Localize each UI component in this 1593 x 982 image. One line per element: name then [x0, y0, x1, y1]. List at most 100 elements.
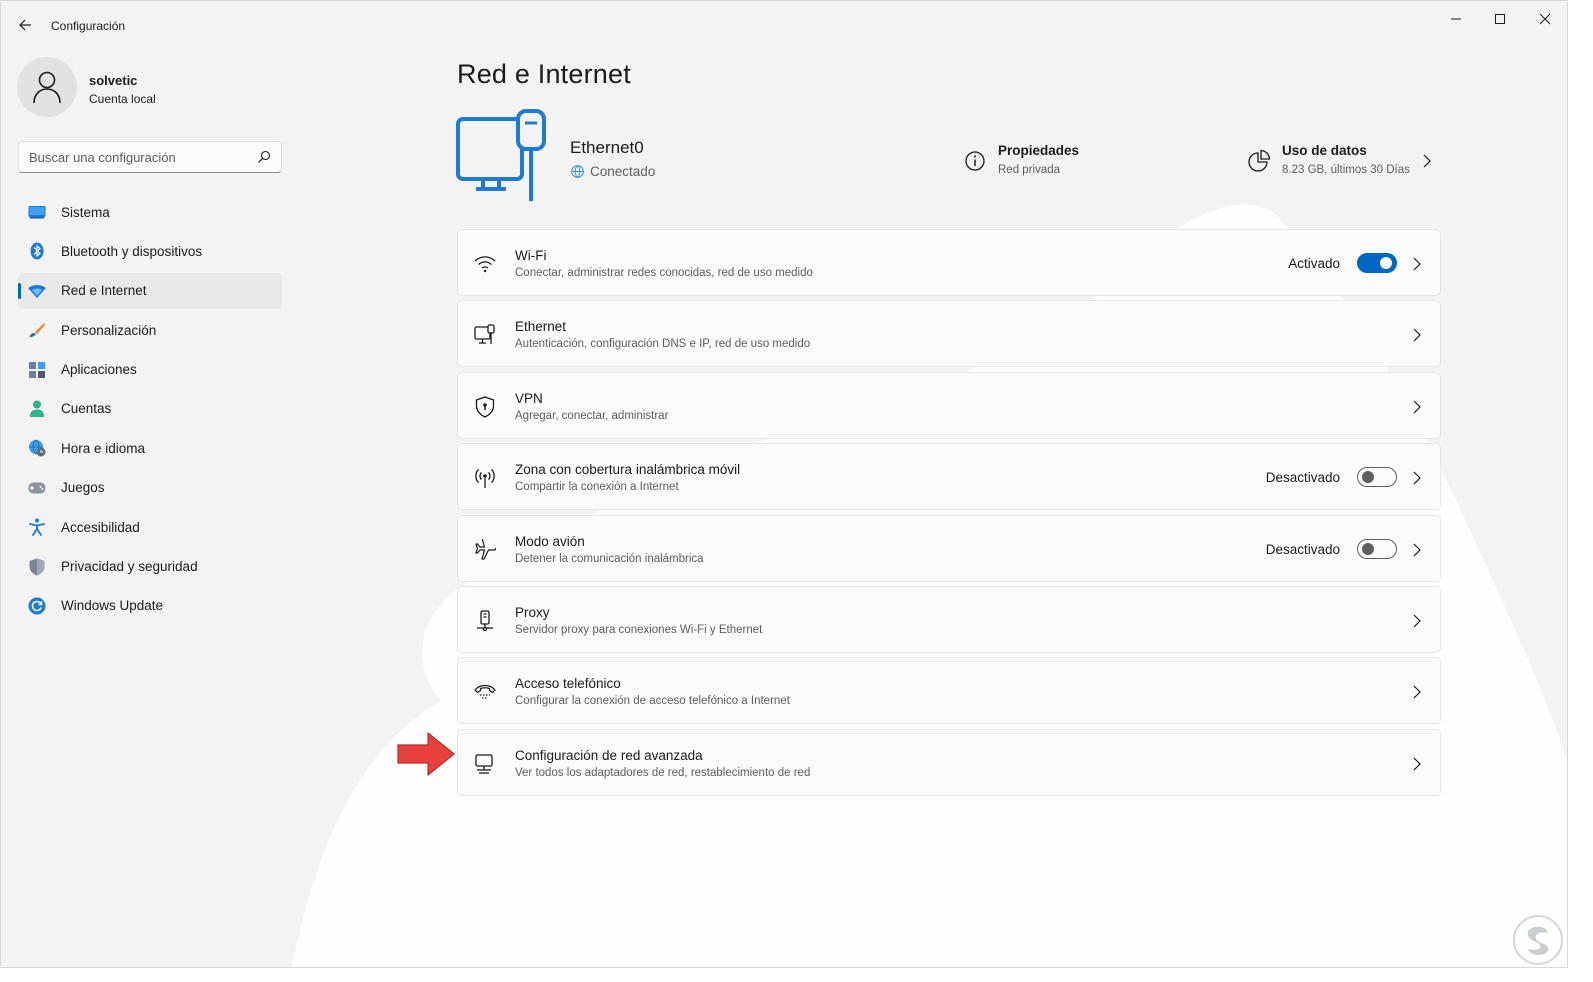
search-box: [18, 141, 282, 173]
sidebar-item-aplicaciones[interactable]: Aplicaciones: [18, 352, 282, 388]
sidebar-item-label: Personalización: [61, 322, 157, 338]
sidebar-item-label: Privacidad y seguridad: [61, 559, 198, 575]
card-wifi[interactable]: Wi-Fi Conectar, administrar redes conoci…: [457, 229, 1441, 296]
monitor-icon: [28, 203, 46, 221]
card-title: Zona con cobertura inalámbrica móvil: [515, 462, 741, 478]
proxy-icon: [473, 609, 497, 633]
card-dialup[interactable]: Acceso telefónico Configurar la conexión…: [457, 657, 1441, 725]
brush-icon: [28, 321, 46, 339]
sidebar-item-label: Sistema: [61, 204, 110, 220]
card-hotspot[interactable]: Zona con cobertura inalámbrica móvil Com…: [457, 443, 1441, 511]
sidebar-nav: Sistema Bluetooth y dispositivos Red e I…: [18, 194, 282, 627]
data-usage-subtitle: 8.23 GB, últimos 30 Días: [1282, 164, 1410, 176]
user-avatar-icon: [33, 71, 61, 104]
hotspot-toggle[interactable]: [1357, 467, 1397, 488]
card-subtitle: Conectar, administrar redes conocidas, r…: [515, 267, 813, 279]
card-subtitle: Compartir la conexión a Internet: [515, 481, 679, 494]
settings-list: Wi-Fi Conectar, administrar redes conoci…: [457, 229, 1441, 800]
card-subtitle: Servidor proxy para conexiones Wi-Fi y E…: [515, 623, 763, 636]
properties-link[interactable]: Propiedades Red privada: [963, 141, 1163, 181]
sidebar-item-accesibilidad[interactable]: Accesibilidad: [18, 509, 282, 545]
sidebar-item-personalizacion[interactable]: Personalización: [18, 312, 282, 348]
card-vpn[interactable]: VPN Agregar, conectar, administrar: [457, 371, 1441, 439]
chevron-right-icon: [1423, 154, 1431, 168]
card-state-label: Desactivado: [1265, 470, 1340, 486]
card-subtitle: Detener la comunicación inalámbrica: [515, 552, 704, 565]
search-icon[interactable]: [257, 150, 271, 164]
sidebar-item-red-e-internet[interactable]: Red e Internet: [18, 272, 282, 309]
minimize-button[interactable]: [1434, 5, 1478, 33]
sidebar-item-label: Windows Update: [61, 598, 164, 614]
sidebar-item-bluetooth[interactable]: Bluetooth y dispositivos: [18, 233, 282, 269]
toggle-knob: [1380, 257, 1392, 269]
card-ethernet[interactable]: Ethernet Autenticación, configuración DN…: [457, 300, 1441, 368]
ethernet-icon: [473, 323, 497, 347]
card-title: Wi-Fi: [515, 248, 547, 263]
ethernet-monitor-icon: [456, 109, 546, 201]
search-input[interactable]: [29, 142, 249, 172]
sidebar-item-windows-update[interactable]: Windows Update: [18, 588, 282, 624]
page-title: Red e Internet: [457, 59, 631, 89]
properties-subtitle: Red privada: [998, 164, 1061, 176]
vpn-shield-icon: [473, 395, 497, 419]
background-edge-bottom: [0, 968, 1593, 982]
chevron-right-icon: [1413, 614, 1421, 628]
chevron-right-icon: [1413, 471, 1421, 485]
airplane-mode-toggle[interactable]: [1357, 538, 1397, 559]
minimize-icon: [1451, 18, 1461, 20]
sidebar-item-label: Juegos: [61, 480, 105, 496]
sidebar-item-cuentas[interactable]: Cuentas: [18, 391, 282, 427]
sidebar-item-label: Accesibilidad: [61, 519, 140, 535]
card-subtitle: Agregar, conectar, administrar: [515, 409, 669, 422]
chevron-right-icon: [1413, 400, 1421, 414]
card-proxy[interactable]: Proxy Servidor proxy para conexiones Wi-…: [457, 585, 1441, 653]
wifi-diamond-icon: [28, 282, 46, 300]
card-airplane-mode[interactable]: Modo avión Detener la comunicación inalá…: [457, 514, 1441, 582]
accessibility-icon: [28, 518, 46, 537]
card-title: Acceso telefónico: [515, 676, 621, 692]
data-usage-link[interactable]: Uso de datos 8.23 GB, últimos 30 Días: [1247, 141, 1437, 181]
info-icon: [965, 151, 985, 171]
user-profile[interactable]: solvetic Cuenta local: [17, 57, 297, 117]
properties-title: Propiedades: [998, 143, 1080, 158]
background-edge: [1568, 0, 1593, 982]
card-title: Ethernet: [515, 319, 567, 335]
sidebar-item-label: Red e Internet: [61, 283, 147, 299]
sidebar-item-privacidad[interactable]: Privacidad y seguridad: [18, 549, 282, 585]
card-subtitle: Configurar la conexión de acceso telefón…: [515, 695, 790, 708]
advanced-network-icon: [473, 752, 497, 776]
globe-clock-icon: [28, 439, 46, 457]
airplane-icon: [473, 538, 497, 562]
chevron-right-icon: [1413, 757, 1421, 771]
dialup-icon: [473, 680, 497, 704]
connection-status: Conectado: [571, 164, 655, 179]
settings-window: Configuración solvetic Cuenta local Busc…: [0, 0, 1568, 968]
wifi-icon: [473, 252, 497, 276]
card-title: VPN: [515, 390, 543, 406]
maximize-button[interactable]: [1478, 5, 1522, 33]
close-icon: [1539, 13, 1551, 25]
toggle-knob: [1362, 542, 1374, 555]
pie-chart-icon: [1248, 149, 1271, 172]
wifi-toggle[interactable]: [1357, 253, 1397, 273]
card-advanced-network[interactable]: Configuración de red avanzada Ver todos …: [457, 728, 1441, 796]
gamepad-icon: [28, 479, 46, 497]
sidebar-item-label: Aplicaciones: [61, 362, 137, 378]
back-arrow-icon: [19, 19, 31, 31]
bluetooth-icon: [28, 242, 46, 260]
toggle-knob: [1362, 471, 1374, 484]
solvetic-watermark-icon: [1513, 915, 1563, 965]
close-button[interactable]: [1523, 5, 1567, 33]
sidebar-item-juegos[interactable]: Juegos: [18, 470, 282, 506]
card-state-label: Activado: [1288, 256, 1340, 271]
back-button[interactable]: [13, 13, 37, 37]
title-bar: Configuración: [1, 1, 1567, 49]
card-subtitle: Ver todos los adaptadores de red, restab…: [515, 766, 811, 779]
maximize-icon: [1495, 14, 1505, 24]
sidebar-item-label: Bluetooth y dispositivos: [61, 243, 203, 259]
chevron-right-icon: [1413, 328, 1421, 342]
card-title: Modo avión: [515, 533, 585, 549]
sidebar-item-sistema[interactable]: Sistema: [18, 194, 282, 230]
chevron-right-icon: [1413, 685, 1421, 699]
sidebar-item-hora-e-idioma[interactable]: Hora e idioma: [18, 430, 282, 466]
